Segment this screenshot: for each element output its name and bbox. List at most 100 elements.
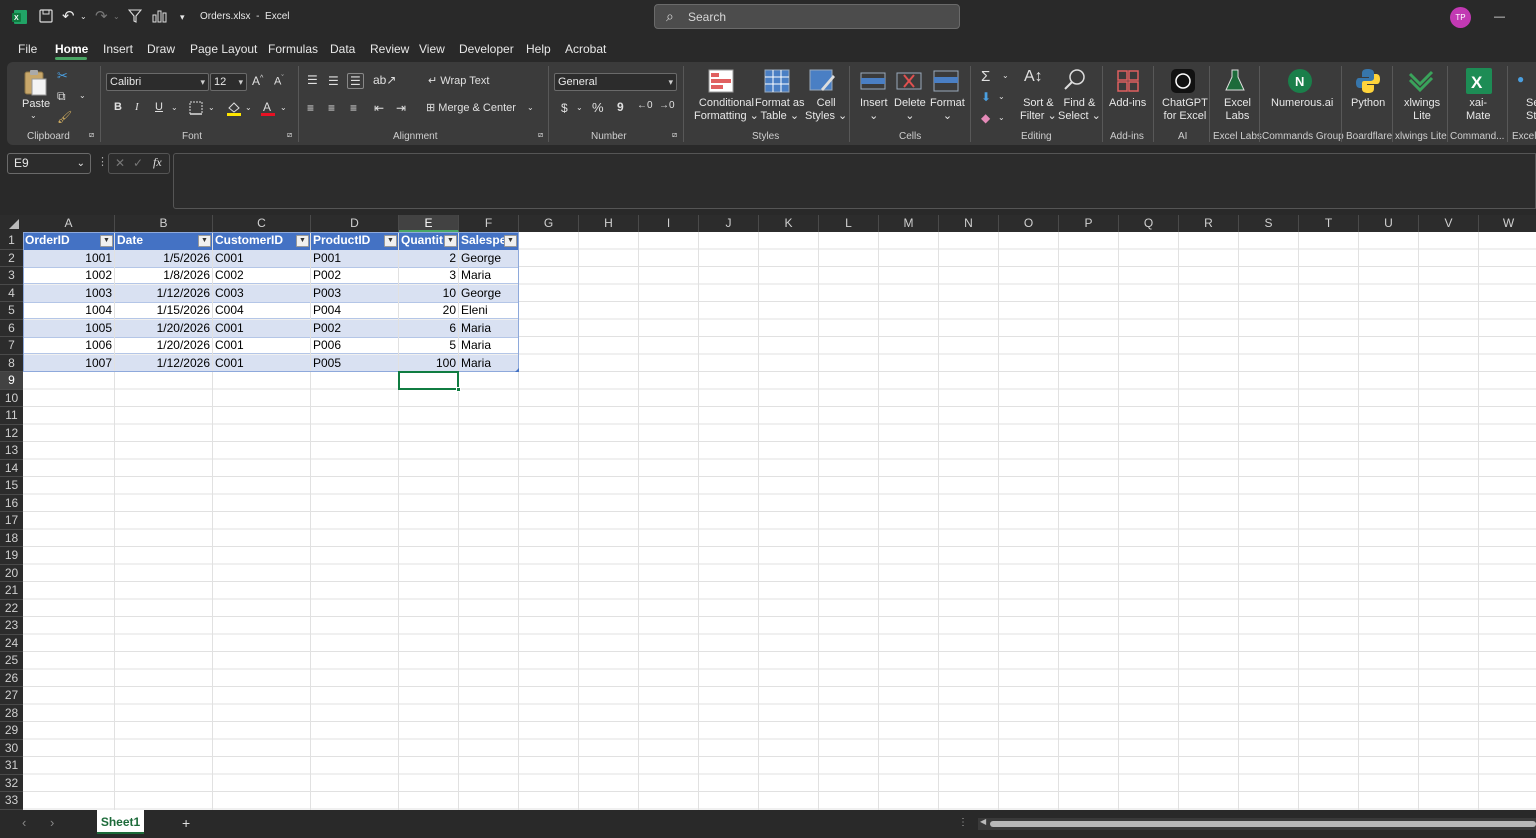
format-cells-icon[interactable] [933,69,959,93]
excel-labs-icon[interactable] [1224,68,1246,94]
bold-button[interactable]: B [114,101,122,113]
redo-dropdown-icon[interactable]: ⌄ [113,7,120,27]
row-header-4[interactable]: 4 [0,284,23,302]
chatgpt-label[interactable]: ChatGPT for Excel [1162,97,1208,123]
font-color-dropdown-icon[interactable]: ⌄ [280,103,287,112]
column-header-u[interactable]: U [1359,215,1419,232]
format-painter-icon[interactable]: 🖌 [57,110,72,124]
sort-filter-label[interactable]: Sort & Filter ⌄ [1020,97,1057,123]
font-size-select[interactable]: 12 ▾ [210,73,247,91]
font-name-select[interactable]: Calibri ▾ [106,73,209,91]
column-header-j[interactable]: J [699,215,759,232]
cell-styles-label[interactable]: Cell Styles ⌄ [805,97,847,123]
row-header-5[interactable]: 5 [0,302,23,320]
row-header-8[interactable]: 8 [0,354,23,372]
undo-icon[interactable]: ↶ [62,7,75,27]
add-ins-icon[interactable] [1116,69,1140,93]
conditional-formatting-icon[interactable] [708,69,734,93]
copy-dropdown-icon[interactable]: ⌄ [79,91,86,100]
numerous-ai-icon[interactable]: N [1287,68,1313,94]
merge-center-button[interactable]: ⊞ Merge & Center [426,101,516,114]
paste-icon[interactable] [22,69,48,97]
numerous-ai-label[interactable]: Numerous.ai [1271,97,1333,110]
decrease-font-size-icon[interactable]: Aˇ [274,75,284,88]
tab-data[interactable]: Data [330,42,355,56]
row-header-25[interactable]: 25 [0,652,23,670]
xlwings-icon[interactable] [1408,68,1434,94]
column-header-s[interactable]: S [1239,215,1299,232]
search-box[interactable]: ⌕ Search [654,4,960,29]
row-header-23[interactable]: 23 [0,617,23,635]
orientation-icon[interactable]: ab↗ [373,73,396,87]
tab-formulas[interactable]: Formulas [268,42,318,56]
clear-icon[interactable]: ◆ [981,111,990,125]
customize-toolbar-icon[interactable]: ▾ [180,7,185,27]
decrease-decimal-icon[interactable]: →0 [659,100,675,111]
font-color-icon[interactable]: A [260,100,276,117]
increase-font-size-icon[interactable]: A^ [252,74,263,88]
number-launcher-icon[interactable]: ⧄ [672,130,677,140]
delete-label[interactable]: Delete ⌄ [894,97,926,123]
add-sheet-button[interactable]: + [182,815,190,831]
align-left-icon[interactable]: ≡ [307,101,314,115]
enter-icon[interactable]: ✓ [133,156,143,170]
underline-button[interactable]: U [155,101,163,113]
chatgpt-icon[interactable] [1170,68,1196,94]
merge-dropdown-icon[interactable]: ⌄ [527,103,534,112]
format-as-table-label[interactable]: Format as Table ⌄ [755,97,805,123]
scroll-left-icon[interactable]: ‹ [22,815,26,830]
row-header-11[interactable]: 11 [0,407,23,425]
tab-insert[interactable]: Insert [103,42,133,56]
row-header-26[interactable]: 26 [0,669,23,687]
column-header-v[interactable]: V [1419,215,1479,232]
column-header-q[interactable]: Q [1119,215,1179,232]
find-select-label[interactable]: Find & Select ⌄ [1058,97,1101,123]
row-header-6[interactable]: 6 [0,319,23,337]
increase-decimal-icon[interactable]: ←0 [637,100,653,111]
column-header-g[interactable]: G [519,215,579,232]
chart-icon[interactable] [152,9,167,23]
fill-handle[interactable] [456,386,461,392]
column-header-r[interactable]: R [1179,215,1239,232]
currency-dropdown-icon[interactable]: ⌄ [576,103,583,112]
row-header-31[interactable]: 31 [0,757,23,775]
column-header-d[interactable]: D [311,215,399,232]
increase-indent-icon[interactable]: ⇥ [396,101,406,115]
row-header-28[interactable]: 28 [0,704,23,722]
tab-draw[interactable]: Draw [147,42,175,56]
bottom-align-icon[interactable]: ☰ [347,73,364,89]
row-header-24[interactable]: 24 [0,634,23,652]
borders-icon[interactable] [189,101,203,115]
tab-developer[interactable]: Developer [459,42,514,56]
fill-dropdown-icon[interactable]: ⌄ [998,92,1005,101]
xai-mate-icon[interactable]: X [1465,67,1493,95]
row-header-16[interactable]: 16 [0,494,23,512]
excel-labs-label[interactable]: Excel Labs [1224,97,1251,123]
cut-icon[interactable]: ✂ [57,68,68,84]
column-header-l[interactable]: L [819,215,879,232]
decrease-indent-icon[interactable]: ⇤ [374,101,384,115]
row-header-33[interactable]: 33 [0,792,23,810]
column-header-k[interactable]: K [759,215,819,232]
xai-mate-label[interactable]: xai- Mate [1466,97,1490,123]
cancel-icon[interactable]: ✕ [115,156,125,170]
delete-cells-icon[interactable] [896,69,922,93]
save-icon[interactable] [39,9,53,23]
row-header-20[interactable]: 20 [0,564,23,582]
font-launcher-icon[interactable]: ⧄ [287,130,292,140]
xlwings-label[interactable]: xlwings Lite [1404,97,1440,123]
formula-input[interactable] [173,153,1536,209]
column-header-m[interactable]: M [879,215,939,232]
column-header-e[interactable]: E [399,215,459,232]
italic-button[interactable]: I [135,101,139,113]
table-resize-handle[interactable] [515,368,519,372]
row-header-32[interactable]: 32 [0,774,23,792]
more-options-icon[interactable]: ⋮ [97,155,108,168]
currency-button[interactable]: $ [561,101,568,115]
format-as-table-icon[interactable] [764,69,790,93]
python-label[interactable]: Python [1351,97,1385,110]
wrap-text-button[interactable]: ↵ Wrap Text [428,74,489,87]
conditional-formatting-label[interactable]: Conditional Formatting ⌄ [694,97,759,123]
undo-dropdown-icon[interactable]: ⌄ [80,7,87,27]
overflow-addin-label[interactable]: SeSt [1526,97,1536,123]
